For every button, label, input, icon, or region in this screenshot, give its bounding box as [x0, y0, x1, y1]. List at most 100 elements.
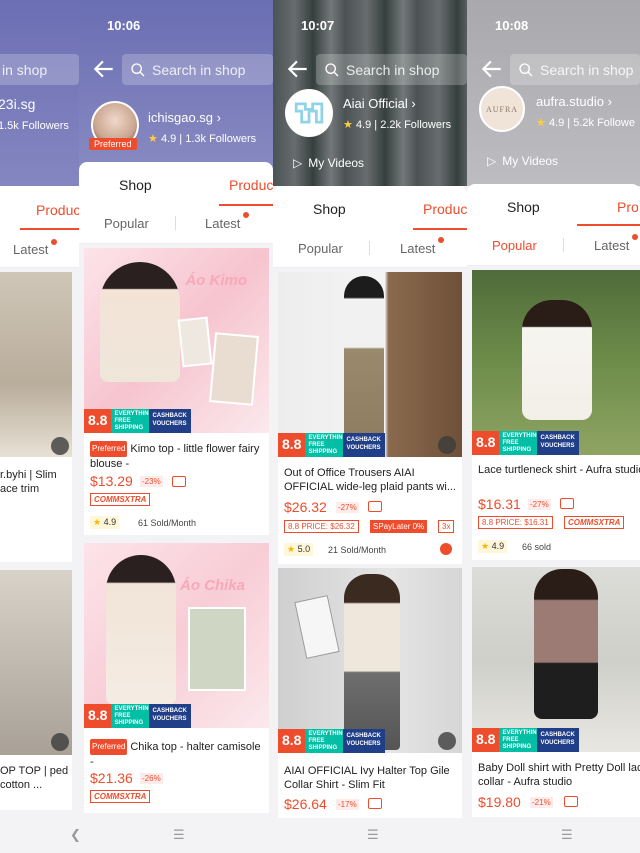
shop-rating-followers: ★ 4.9 | 5.2k Followe [536, 116, 635, 129]
home-nav-icon[interactable]: ☰ [173, 827, 185, 843]
shop-name[interactable]: aufra.studio › [536, 94, 612, 109]
play-icon [51, 733, 69, 751]
badge-cashback: CASHBACK VOUCHERS [149, 409, 192, 433]
home-nav-icon[interactable]: ☰ [561, 827, 573, 843]
product-image [472, 270, 640, 455]
product-card[interactable]: 8.8 EVERYTHING FREE SHIPPING CASHBACK VO… [472, 270, 640, 560]
shop-followers: 5.2k Followe [573, 117, 635, 129]
rating-value: 4.9 [103, 517, 117, 527]
search-input[interactable]: in shop [0, 54, 79, 85]
product-card[interactable]: 8.8 EVERYTHING FREE SHIPPING CASHBACK VO… [472, 567, 640, 817]
search-icon [131, 62, 145, 76]
search-input[interactable]: Search in shop [510, 54, 640, 85]
back-nav-icon[interactable]: ❮ [70, 827, 79, 843]
badge-free-shipping: EVERYTHING FREE SHIPPING [499, 431, 541, 455]
subtab-popular[interactable]: Popular [492, 238, 537, 253]
inset-photo [188, 607, 246, 691]
shop-avatar[interactable] [285, 89, 333, 137]
tab-product[interactable]: Produc [229, 177, 273, 193]
play-icon [438, 732, 456, 750]
image-caption: Áo Chika [179, 577, 245, 594]
tab-shop[interactable]: Shop [119, 177, 152, 193]
installment-tag: 3x [438, 520, 455, 533]
shop-rating-followers: ★ 4.9 | 1.3k Followers [148, 132, 256, 145]
model-figure [106, 555, 176, 705]
tab-underline [577, 224, 640, 226]
subtab-latest[interactable]: Latest [13, 242, 48, 257]
back-arrow-icon[interactable] [479, 56, 505, 82]
product-card[interactable]: Áo Kimo 8.8 EVERYTHING FREE SHIPPING CAS… [84, 248, 269, 535]
commsxtra-tag: COMMSXTRA [90, 790, 151, 803]
shop-name[interactable]: ichisgao.sg › [148, 110, 221, 125]
shop-rating: 4.9 [548, 117, 565, 129]
home-nav-icon[interactable]: ☰ [367, 827, 379, 843]
shop-name-text: Aiai Official [343, 96, 408, 111]
shop-name: 23i.sg [0, 96, 36, 112]
shop-name-text: ichisgao.sg [148, 110, 214, 125]
inset-photo [177, 316, 213, 368]
star-icon: ★ [93, 517, 102, 527]
back-arrow-icon[interactable] [285, 56, 311, 82]
product-title: r.byhi | Slim ace trim [0, 469, 57, 495]
promo-badge: 8.8 EVERYTHING FREE SHIPPING CASHBACK VO… [472, 728, 580, 752]
voucher-icon [560, 498, 574, 509]
status-time: 10:08 [495, 18, 529, 33]
subtab-latest[interactable]: Latest [594, 238, 629, 253]
subtab-latest[interactable]: Latest [205, 216, 240, 231]
model-figure [534, 569, 598, 719]
tab-shop[interactable]: Shop [313, 201, 346, 217]
model-figure [344, 276, 384, 454]
shop-avatar[interactable]: AUFRA [479, 86, 525, 132]
star-icon: ★ [536, 117, 546, 129]
new-dot [438, 237, 444, 243]
system-nav-bar: ☰ [79, 819, 273, 853]
badge-number: 8.8 [84, 704, 112, 728]
tab-product[interactable]: Produc [36, 202, 79, 218]
search-input[interactable]: Search in shop [316, 54, 467, 85]
status-time: 10:07 [301, 18, 335, 33]
video-icon: ▷ [487, 154, 497, 168]
product-card[interactable]: 8.8 EVERYTHING FREE SHIPPING CASHBACK VO… [278, 272, 462, 564]
play-icon [438, 436, 456, 454]
shop-tabs: Shop Produc [79, 162, 273, 206]
model-figure [344, 574, 400, 750]
tab-product[interactable]: Produc [423, 201, 467, 217]
product-card[interactable]: OP TOP | ped cotton ... [0, 570, 72, 810]
discount-badge: -17% [336, 799, 359, 810]
product-title: Out of Office Trousers AIAI OFFICIAL wid… [284, 467, 456, 493]
subtab-popular[interactable]: Popular [298, 241, 343, 256]
shop-panel-3: 10:07 Search in shop Aiai Official › ★ 4… [273, 0, 467, 853]
product-image [0, 272, 72, 457]
product-title: AIAI OFFICIAL Ivy Halter Top Gile Collar… [284, 765, 450, 791]
my-videos-link[interactable]: ▷ My Videos [293, 156, 364, 170]
badge-cashback: CASHBACK VOUCHERS [149, 704, 192, 728]
tab-product[interactable]: Pro [617, 199, 639, 215]
discount-badge: -26% [140, 773, 163, 784]
system-nav-bar: ☰ [467, 819, 640, 853]
preferred-badge: Preferred [89, 138, 137, 150]
product-card[interactable]: Áo Chika 8.8 EVERYTHING FREE SHIPPING CA… [84, 543, 269, 813]
subtab-popular[interactable]: Popular [104, 216, 149, 231]
tab-shop[interactable]: Shop [507, 199, 540, 215]
new-dot [632, 234, 638, 240]
product-title: Preferred Chika top - halter camisole - [90, 739, 264, 769]
shop-name[interactable]: Aiai Official › [343, 96, 416, 111]
badge-cashback: CASHBACK VOUCHERS [343, 433, 386, 457]
product-rating: ★ 5.0 [284, 543, 314, 556]
shop-hero-banner [0, 0, 79, 186]
new-dot [51, 239, 57, 245]
shop-panel-2: 10:06 Search in shop Preferred ichisgao.… [79, 0, 273, 853]
back-arrow-icon[interactable] [91, 56, 117, 82]
product-card[interactable]: r.byhi | Slim ace trim [0, 272, 72, 562]
discount-badge: -23% [140, 476, 163, 487]
product-title: Preferred Kimo top - little flower fairy … [90, 441, 264, 471]
product-subtabs: Popular Latest [273, 230, 467, 268]
new-dot [243, 212, 249, 218]
subtab-latest[interactable]: Latest [400, 241, 435, 256]
play-icon [51, 437, 69, 455]
product-card[interactable]: 8.8 EVERYTHING FREE SHIPPING CASHBACK VO… [278, 568, 462, 818]
status-time: 10:06 [107, 18, 141, 33]
my-videos-link[interactable]: ▷ My Videos [487, 154, 558, 168]
search-input[interactable]: Search in shop [122, 54, 273, 85]
preferred-tag: Preferred [90, 739, 128, 755]
